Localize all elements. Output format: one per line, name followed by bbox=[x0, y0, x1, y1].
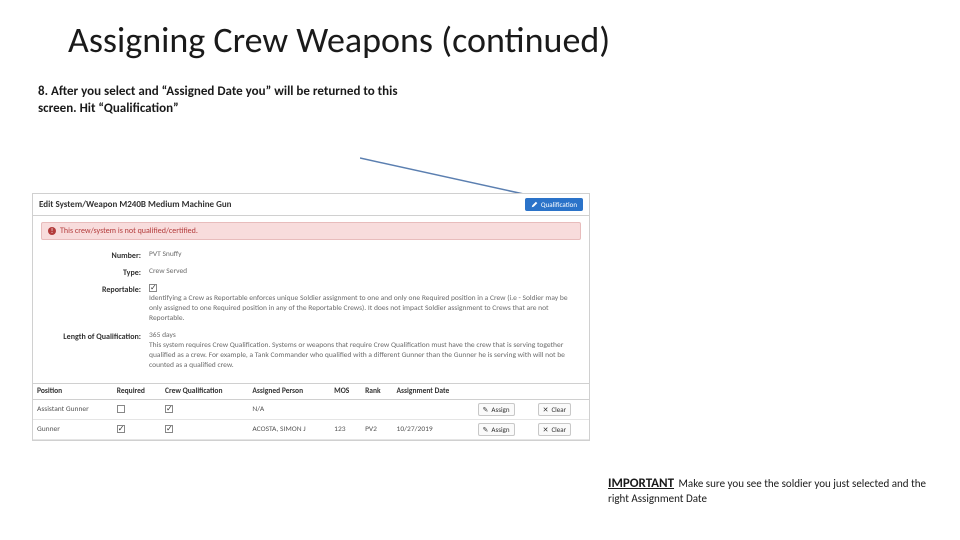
table-header-row: Position Required Crew Qualification Ass… bbox=[33, 384, 589, 400]
qualification-button-label: Qualification bbox=[541, 200, 577, 209]
required-checkbox[interactable] bbox=[117, 425, 125, 433]
number-value: PVT Snuffy bbox=[149, 250, 581, 260]
important-lead: IMPORTANT bbox=[608, 476, 674, 491]
panel-header-title: Edit System/Weapon M240B Medium Machine … bbox=[39, 199, 232, 210]
cell-rank bbox=[361, 400, 392, 420]
panel-header: Edit System/Weapon M240B Medium Machine … bbox=[33, 194, 589, 216]
slide-title: Assigning Crew Weapons (continued) bbox=[0, 0, 960, 62]
cell-mos: 123 bbox=[330, 420, 361, 440]
pencil-icon bbox=[531, 201, 538, 208]
table-row: Assistant Gunner N/A ✎Assign ✕Clear bbox=[33, 400, 589, 420]
col-required: Required bbox=[113, 384, 161, 400]
reportable-help-text: Identifying a Crew as Reportable enforce… bbox=[149, 294, 568, 323]
reportable-checkbox[interactable] bbox=[149, 284, 157, 292]
cell-rank: PV2 bbox=[361, 420, 392, 440]
cell-assigned-person: ACOSTA, SIMON J bbox=[248, 420, 330, 440]
col-rank: Rank bbox=[361, 384, 392, 400]
step-8-text: 8. After you select and “Assigned Date y… bbox=[0, 62, 400, 118]
important-note: IMPORTANT Make sure you see the soldier … bbox=[608, 476, 938, 506]
type-label: Type: bbox=[41, 267, 149, 278]
alert-text: This crew/system is not qualified/certif… bbox=[60, 226, 198, 236]
qualification-button[interactable]: Qualification bbox=[525, 198, 583, 211]
cell-assigned-person: N/A bbox=[248, 400, 330, 420]
assign-button[interactable]: ✎Assign bbox=[478, 403, 515, 416]
loq-label: Length of Qualification: bbox=[41, 331, 149, 342]
col-assigned-person: Assigned Person bbox=[248, 384, 330, 400]
alert-icon: ! bbox=[48, 227, 56, 235]
not-qualified-alert: ! This crew/system is not qualified/cert… bbox=[41, 222, 581, 240]
edit-weapon-panel: Edit System/Weapon M240B Medium Machine … bbox=[32, 193, 590, 441]
crew-qual-checkbox[interactable] bbox=[165, 405, 173, 413]
cell-position: Assistant Gunner bbox=[33, 400, 113, 420]
reportable-label: Reportable: bbox=[41, 284, 149, 295]
col-assignment-date: Assignment Date bbox=[393, 384, 474, 400]
type-value: Crew Served bbox=[149, 267, 581, 277]
close-icon: ✕ bbox=[543, 405, 549, 414]
col-position: Position bbox=[33, 384, 113, 400]
close-icon: ✕ bbox=[543, 425, 549, 434]
number-label: Number: bbox=[41, 250, 149, 261]
edit-icon: ✎ bbox=[483, 425, 489, 434]
cell-position: Gunner bbox=[33, 420, 113, 440]
cell-assignment-date bbox=[393, 400, 474, 420]
col-crew-qual: Crew Qualification bbox=[161, 384, 248, 400]
crew-table: Position Required Crew Qualification Ass… bbox=[33, 383, 589, 440]
form-area: Number: PVT Snuffy Type: Crew Served Rep… bbox=[33, 246, 589, 383]
crew-qual-checkbox[interactable] bbox=[165, 425, 173, 433]
loq-value: 365 days bbox=[149, 331, 176, 340]
table-row: Gunner ACOSTA, SIMON J 123 PV2 10/27/201… bbox=[33, 420, 589, 440]
assign-button[interactable]: ✎Assign bbox=[478, 423, 515, 436]
loq-help-text: This system requires Crew Qualification.… bbox=[149, 341, 565, 370]
col-mos: MOS bbox=[330, 384, 361, 400]
edit-icon: ✎ bbox=[483, 405, 489, 414]
cell-assignment-date: 10/27/2019 bbox=[393, 420, 474, 440]
cell-mos bbox=[330, 400, 361, 420]
clear-button[interactable]: ✕Clear bbox=[538, 423, 572, 436]
required-checkbox[interactable] bbox=[117, 405, 125, 413]
clear-button[interactable]: ✕Clear bbox=[538, 403, 572, 416]
